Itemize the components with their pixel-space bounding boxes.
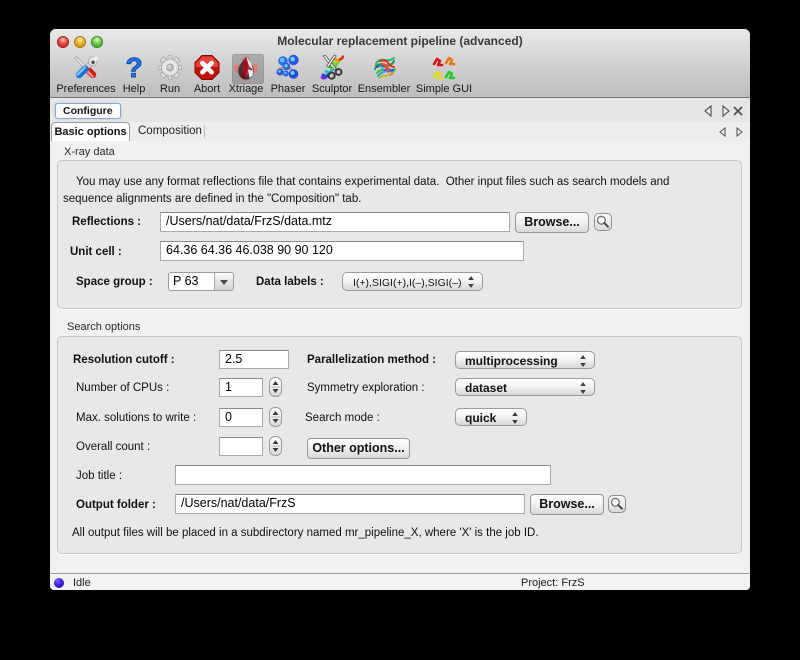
svg-text:phaser: phaser <box>278 66 294 71</box>
